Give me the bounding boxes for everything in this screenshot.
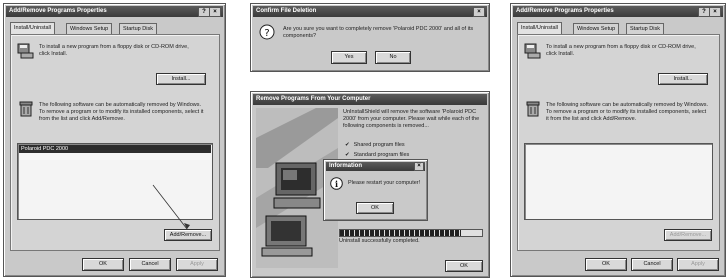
dialog-title: Information: [329, 163, 362, 169]
installed-programs-list[interactable]: [524, 143, 713, 220]
information-dialog: Information × i Please restart your comp…: [323, 159, 428, 221]
ok-button[interactable]: OK: [445, 260, 483, 272]
list-item[interactable]: Polaroid PDC 2000: [19, 145, 211, 153]
no-button[interactable]: No: [375, 51, 411, 64]
title-bar: Information ×: [326, 162, 425, 171]
progress-fill: [340, 230, 461, 236]
floppy-drive-icon: [524, 43, 541, 59]
tab-panel: To install a new program from a floppy d…: [10, 34, 220, 251]
title-bar: Remove Programs From Your Computer: [253, 94, 487, 105]
info-ok-button[interactable]: OK: [356, 202, 394, 214]
confirm-message: Are you sure you want to completely remo…: [283, 26, 474, 39]
uninstall-status: Uninstall successfully completed.: [339, 238, 420, 244]
dialog-title: Confirm File Deletion: [256, 8, 317, 14]
check-icon: ✔: [345, 142, 350, 148]
step-standard-files: ✔ Standard program files: [345, 152, 485, 159]
close-button[interactable]: ×: [473, 7, 485, 17]
install-button[interactable]: Install...: [156, 73, 206, 85]
tab-panel: To install a new program from a floppy d…: [517, 34, 720, 251]
close-button[interactable]: ×: [414, 162, 424, 171]
confirm-file-deletion-dialog: Confirm File Deletion × ? Are you sure y…: [250, 3, 490, 72]
close-button[interactable]: ×: [709, 7, 721, 17]
step-shared-files: ✔ Shared program files: [345, 142, 485, 149]
cancel-button[interactable]: Cancel: [129, 258, 171, 271]
dialog-title: Add/Remove Programs Properties: [516, 8, 614, 14]
info-icon: i: [330, 177, 343, 190]
yes-button[interactable]: Yes: [331, 51, 367, 64]
cancel-button[interactable]: Cancel: [631, 258, 673, 271]
close-button[interactable]: ×: [209, 7, 221, 17]
floppy-drive-icon: [17, 43, 34, 59]
uninstall-progress-bar: [339, 229, 483, 237]
remove-instructions: The following software can be automatica…: [39, 102, 204, 122]
add-remove-programs-dialog-1: Add/Remove Programs Properties ? × Insta…: [3, 3, 226, 277]
question-icon: ?: [259, 24, 275, 40]
title-bar: Add/Remove Programs Properties ? ×: [6, 6, 223, 17]
recycle-bin-icon: [526, 101, 540, 117]
step-label: Shared program files: [353, 142, 405, 148]
uninstall-progress-dialog: Remove Programs From Your Computer UnIns…: [250, 91, 490, 278]
dialog-title: Add/Remove Programs Properties: [9, 8, 107, 14]
install-instructions: To install a new program from a floppy d…: [39, 44, 189, 57]
recycle-bin-icon: [19, 101, 33, 117]
add-remove-button[interactable]: Add/Remove...: [664, 229, 712, 241]
information-message: Please restart your computer!: [348, 180, 421, 186]
install-button[interactable]: Install...: [658, 73, 708, 85]
add-remove-button[interactable]: Add/Remove...: [164, 229, 212, 241]
cursor-arrow-icon: [152, 184, 190, 230]
uninstall-intro: UnInstallShield will remove the software…: [343, 109, 480, 129]
dialog-title: Remove Programs From Your Computer: [256, 96, 371, 102]
tab-install-uninstall[interactable]: Install/Uninstall: [517, 22, 562, 34]
svg-text:i: i: [335, 179, 338, 189]
apply-button[interactable]: Apply: [677, 258, 719, 271]
svg-text:?: ?: [264, 28, 269, 39]
check-icon: ✔: [345, 152, 350, 158]
tab-install-uninstall[interactable]: Install/Uninstall: [10, 22, 55, 34]
ok-button[interactable]: OK: [585, 258, 627, 271]
add-remove-programs-dialog-2: Add/Remove Programs Properties ? × Insta…: [510, 3, 726, 277]
install-instructions: To install a new program from a floppy d…: [546, 44, 696, 57]
ok-button[interactable]: OK: [82, 258, 124, 271]
step-label: Standard program files: [353, 152, 410, 158]
title-bar: Confirm File Deletion ×: [253, 6, 487, 17]
remove-instructions: The following software can be automatica…: [546, 102, 709, 122]
title-bar: Add/Remove Programs Properties ? ×: [513, 6, 723, 17]
apply-button[interactable]: Apply: [176, 258, 218, 271]
